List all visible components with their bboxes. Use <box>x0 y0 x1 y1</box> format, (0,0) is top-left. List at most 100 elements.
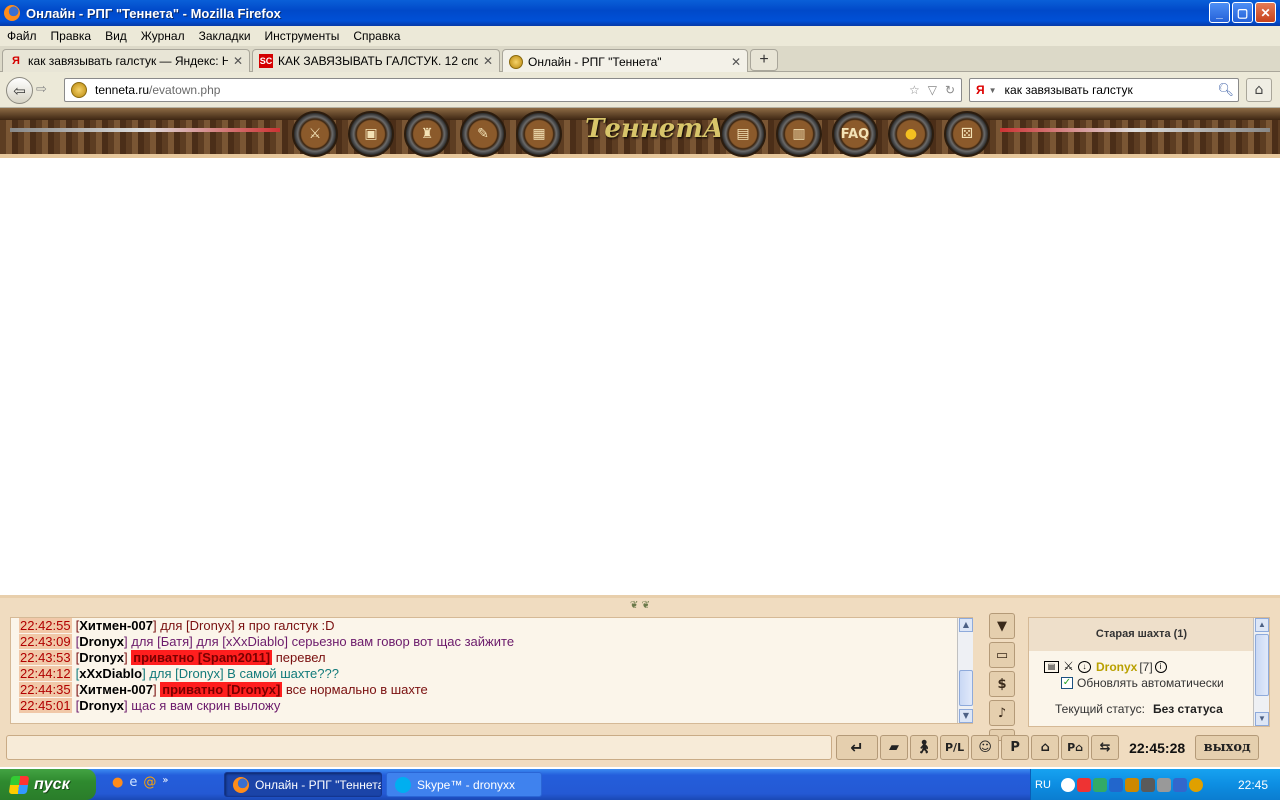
message-author[interactable]: Хитмен-007 <box>79 618 153 633</box>
tab-yandex[interactable]: Я как завязывать галстук — Яндекс: На...… <box>2 49 250 72</box>
ie-icon[interactable]: e <box>129 775 137 790</box>
scroll-up-icon[interactable]: ▲ <box>959 618 973 632</box>
private-tag[interactable]: приватно [Dronyx] <box>160 682 283 697</box>
bluetooth-icon[interactable] <box>1108 777 1123 792</box>
shop-icon[interactable]: ♜ <box>404 111 450 157</box>
close-tab-icon[interactable]: ✕ <box>233 54 243 68</box>
search-bar[interactable]: Я ▼ как завязывать галстук 🔍︎ <box>969 78 1239 102</box>
message-time[interactable]: 22:43:53 <box>19 650 72 665</box>
swap-icon[interactable]: ⇆ <box>1091 735 1120 760</box>
chat-scrollbar[interactable]: ▲ ▼ <box>957 618 973 723</box>
home-button[interactable]: ⌂ <box>1246 78 1272 102</box>
url-bar[interactable]: tenneta.ru/evatown.php ☆ ▽ ↻ <box>64 78 962 102</box>
mailru-icon[interactable]: @ <box>143 775 156 790</box>
menu-bookmarks[interactable]: Закладки <box>192 29 258 43</box>
auto-update-option[interactable]: ✓ Обновлять автоматически <box>1061 676 1224 690</box>
antivirus-icon[interactable] <box>1076 777 1091 792</box>
chevron-down-icon[interactable]: ▼ <box>989 86 997 95</box>
message-time[interactable]: 22:43:09 <box>19 634 72 649</box>
menu-file[interactable]: Файл <box>0 29 44 43</box>
language-indicator[interactable]: RU <box>1031 779 1055 791</box>
system-clock[interactable]: 22:45 <box>1238 778 1268 792</box>
wifi-icon[interactable] <box>1140 777 1155 792</box>
forward-button[interactable]: ⇨ <box>36 82 47 97</box>
new-tab-button[interactable]: + <box>750 49 778 71</box>
quest-scroll-icon[interactable]: ▥ <box>776 111 822 157</box>
chevron-right-icon[interactable]: » <box>162 775 168 790</box>
book-icon[interactable]: ▤ <box>720 111 766 157</box>
volume-icon[interactable] <box>1156 777 1171 792</box>
chat-log[interactable]: 22:42:55 [Хитмен-007] для [Dronyx] я про … <box>10 617 973 724</box>
player-name[interactable]: Dronyx <box>1096 660 1137 674</box>
music-icon[interactable]: ♪ <box>989 700 1015 726</box>
scroll-up-icon[interactable]: ▲ <box>1255 618 1269 632</box>
filter-icon[interactable]: ▼ <box>989 613 1015 639</box>
tab-tenneta[interactable]: Онлайн - РПГ "Теннета" ✕ <box>502 49 748 73</box>
tray-back-icon[interactable] <box>1060 777 1075 792</box>
p-button[interactable]: P <box>1001 735 1030 760</box>
taskbar-item-skype[interactable]: Skype™ - dronyxx <box>386 772 542 797</box>
site-identity-icon[interactable] <box>71 82 87 98</box>
close-button[interactable]: ✕ <box>1255 2 1276 23</box>
message-author[interactable]: Dronyx <box>79 634 124 649</box>
menu-view[interactable]: Вид <box>98 29 134 43</box>
message-time[interactable]: 22:42:55 <box>19 618 72 633</box>
maximize-button[interactable]: ▢ <box>1232 2 1253 23</box>
scroll-icon[interactable]: ✎ <box>460 111 506 157</box>
status-value[interactable]: Без статуса <box>1153 702 1223 716</box>
auto-update-checkbox[interactable]: ✓ <box>1061 677 1073 689</box>
scroll-thumb[interactable] <box>1255 634 1269 696</box>
message-time[interactable]: 22:45:01 <box>19 698 72 713</box>
search-input[interactable]: как завязывать галстук <box>1005 83 1133 97</box>
eraser-icon[interactable]: ▰ <box>880 735 908 760</box>
message-author[interactable]: Dronyx <box>79 650 124 665</box>
monitor-icon[interactable]: ▭ <box>989 642 1015 668</box>
coins-icon[interactable]: ● <box>888 111 934 157</box>
message-author[interactable]: xXxDiablo <box>79 666 142 681</box>
info-icon[interactable]: i <box>1154 661 1167 673</box>
bookmark-star-icon[interactable]: ☆ <box>909 83 920 97</box>
pl-button[interactable]: P/L <box>940 735 970 760</box>
smile-icon[interactable]: ☺ <box>971 735 1000 760</box>
scroll-thumb[interactable] <box>959 670 973 706</box>
taskbar-item-firefox[interactable]: Онлайн - РПГ "Теннета... <box>224 772 382 797</box>
message-time[interactable]: 22:44:12 <box>19 666 72 681</box>
menu-tools[interactable]: Инструменты <box>258 29 347 43</box>
id-card-icon[interactable]: ▤ <box>1044 661 1059 673</box>
back-button[interactable]: ⇦ <box>6 77 33 104</box>
walk-icon[interactable]: 🚶︎ <box>910 735 938 760</box>
home-icon[interactable]: ⌂ <box>1031 735 1060 760</box>
private-tag[interactable]: приватно [Spam2011] <box>131 650 273 665</box>
scroll-down-icon[interactable]: ▼ <box>1255 712 1269 726</box>
message-author[interactable]: Хитмен-007 <box>79 682 153 697</box>
swords-icon[interactable]: ⚔ <box>292 111 338 157</box>
exit-button[interactable]: выход <box>1195 735 1260 760</box>
money-icon[interactable]: $ <box>989 671 1015 697</box>
network-icon[interactable] <box>1092 777 1107 792</box>
faq-icon[interactable]: FAQ <box>832 111 878 157</box>
search-icon[interactable]: 🔍︎ <box>1217 82 1234 98</box>
update-icon[interactable] <box>1188 777 1203 792</box>
close-tab-icon[interactable]: ✕ <box>731 55 741 69</box>
tenneta-logo[interactable]: ТеннетА <box>585 114 724 150</box>
message-time[interactable]: 22:44:35 <box>19 682 72 697</box>
close-tab-icon[interactable]: ✕ <box>483 54 493 68</box>
tab-tie-article[interactable]: SC КАК ЗАВЯЗЫВАТЬ ГАЛСТУК. 12 способ... … <box>252 49 500 72</box>
scroll-down-icon[interactable]: ▼ <box>959 709 973 723</box>
menu-help[interactable]: Справка <box>346 29 407 43</box>
firefox-quicklaunch-icon[interactable]: ● <box>112 775 123 790</box>
message-author[interactable]: Dronyx <box>79 698 124 713</box>
menu-edit[interactable]: Правка <box>44 29 99 43</box>
chat-input[interactable] <box>6 735 832 760</box>
send-button[interactable]: ↵ <box>836 735 878 760</box>
menu-history[interactable]: Журнал <box>134 29 192 43</box>
map-icon[interactable]: ▦ <box>516 111 562 157</box>
dice-icon[interactable]: ⚄ <box>944 111 990 157</box>
crossed-swords-icon[interactable]: ⚔ <box>1061 660 1076 673</box>
tray-app-icon[interactable] <box>1124 777 1139 792</box>
monitor-tray-icon[interactable] <box>1172 777 1187 792</box>
info-down-icon[interactable]: ↓ <box>1078 661 1091 673</box>
minimize-button[interactable]: _ <box>1209 2 1230 23</box>
location-scrollbar[interactable]: ▲ ▼ <box>1253 618 1269 726</box>
dropdown-icon[interactable]: ▽ <box>928 83 937 97</box>
